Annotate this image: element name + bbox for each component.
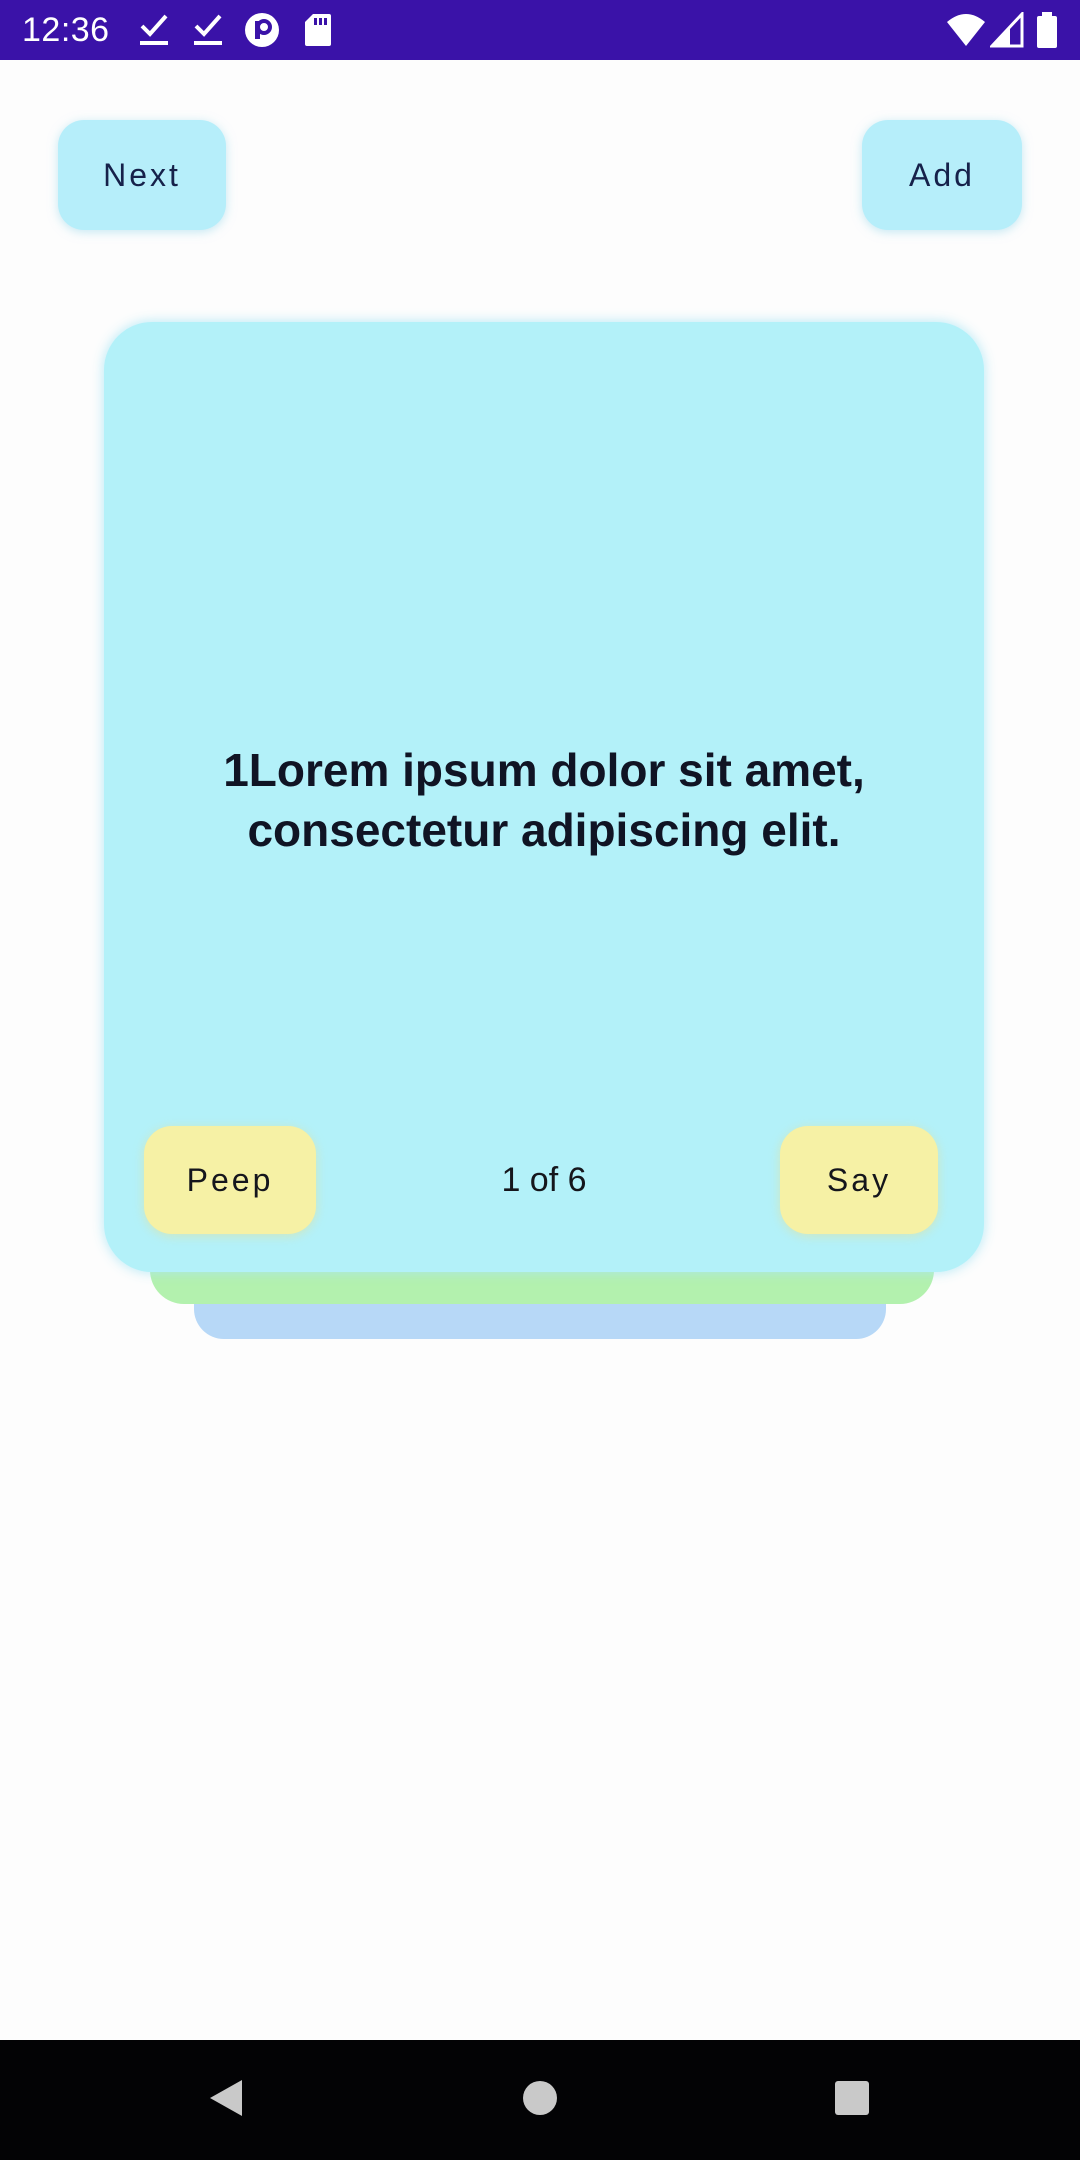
peep-button[interactable]: Peep (144, 1126, 316, 1234)
sd-card-icon (304, 12, 332, 48)
recents-button[interactable] (792, 2040, 912, 2160)
download-done-icon (192, 12, 224, 48)
say-button[interactable]: Say (780, 1126, 938, 1234)
card-text: 1Lorem ipsum dolor sit amet, consectetur… (223, 744, 865, 856)
recents-icon (832, 2078, 872, 2123)
add-button[interactable]: Add (862, 120, 1022, 230)
next-button[interactable]: Next (58, 120, 226, 230)
home-button[interactable] (480, 2040, 600, 2160)
status-time: 12:36 (22, 11, 110, 49)
status-bar: 12:36 (0, 0, 1080, 60)
home-icon (520, 2078, 560, 2123)
signal-icon (990, 12, 1024, 48)
back-icon (206, 2078, 246, 2123)
back-button[interactable] (166, 2040, 286, 2160)
flashcard[interactable]: 1Lorem ipsum dolor sit amet, consectetur… (104, 322, 984, 1272)
wifi-icon (946, 12, 986, 48)
circle-p-icon (244, 12, 280, 48)
card-counter: 1 of 6 (501, 1161, 587, 1199)
battery-icon (1036, 12, 1058, 48)
download-done-icon (138, 12, 170, 48)
navigation-bar (0, 2040, 1080, 2160)
